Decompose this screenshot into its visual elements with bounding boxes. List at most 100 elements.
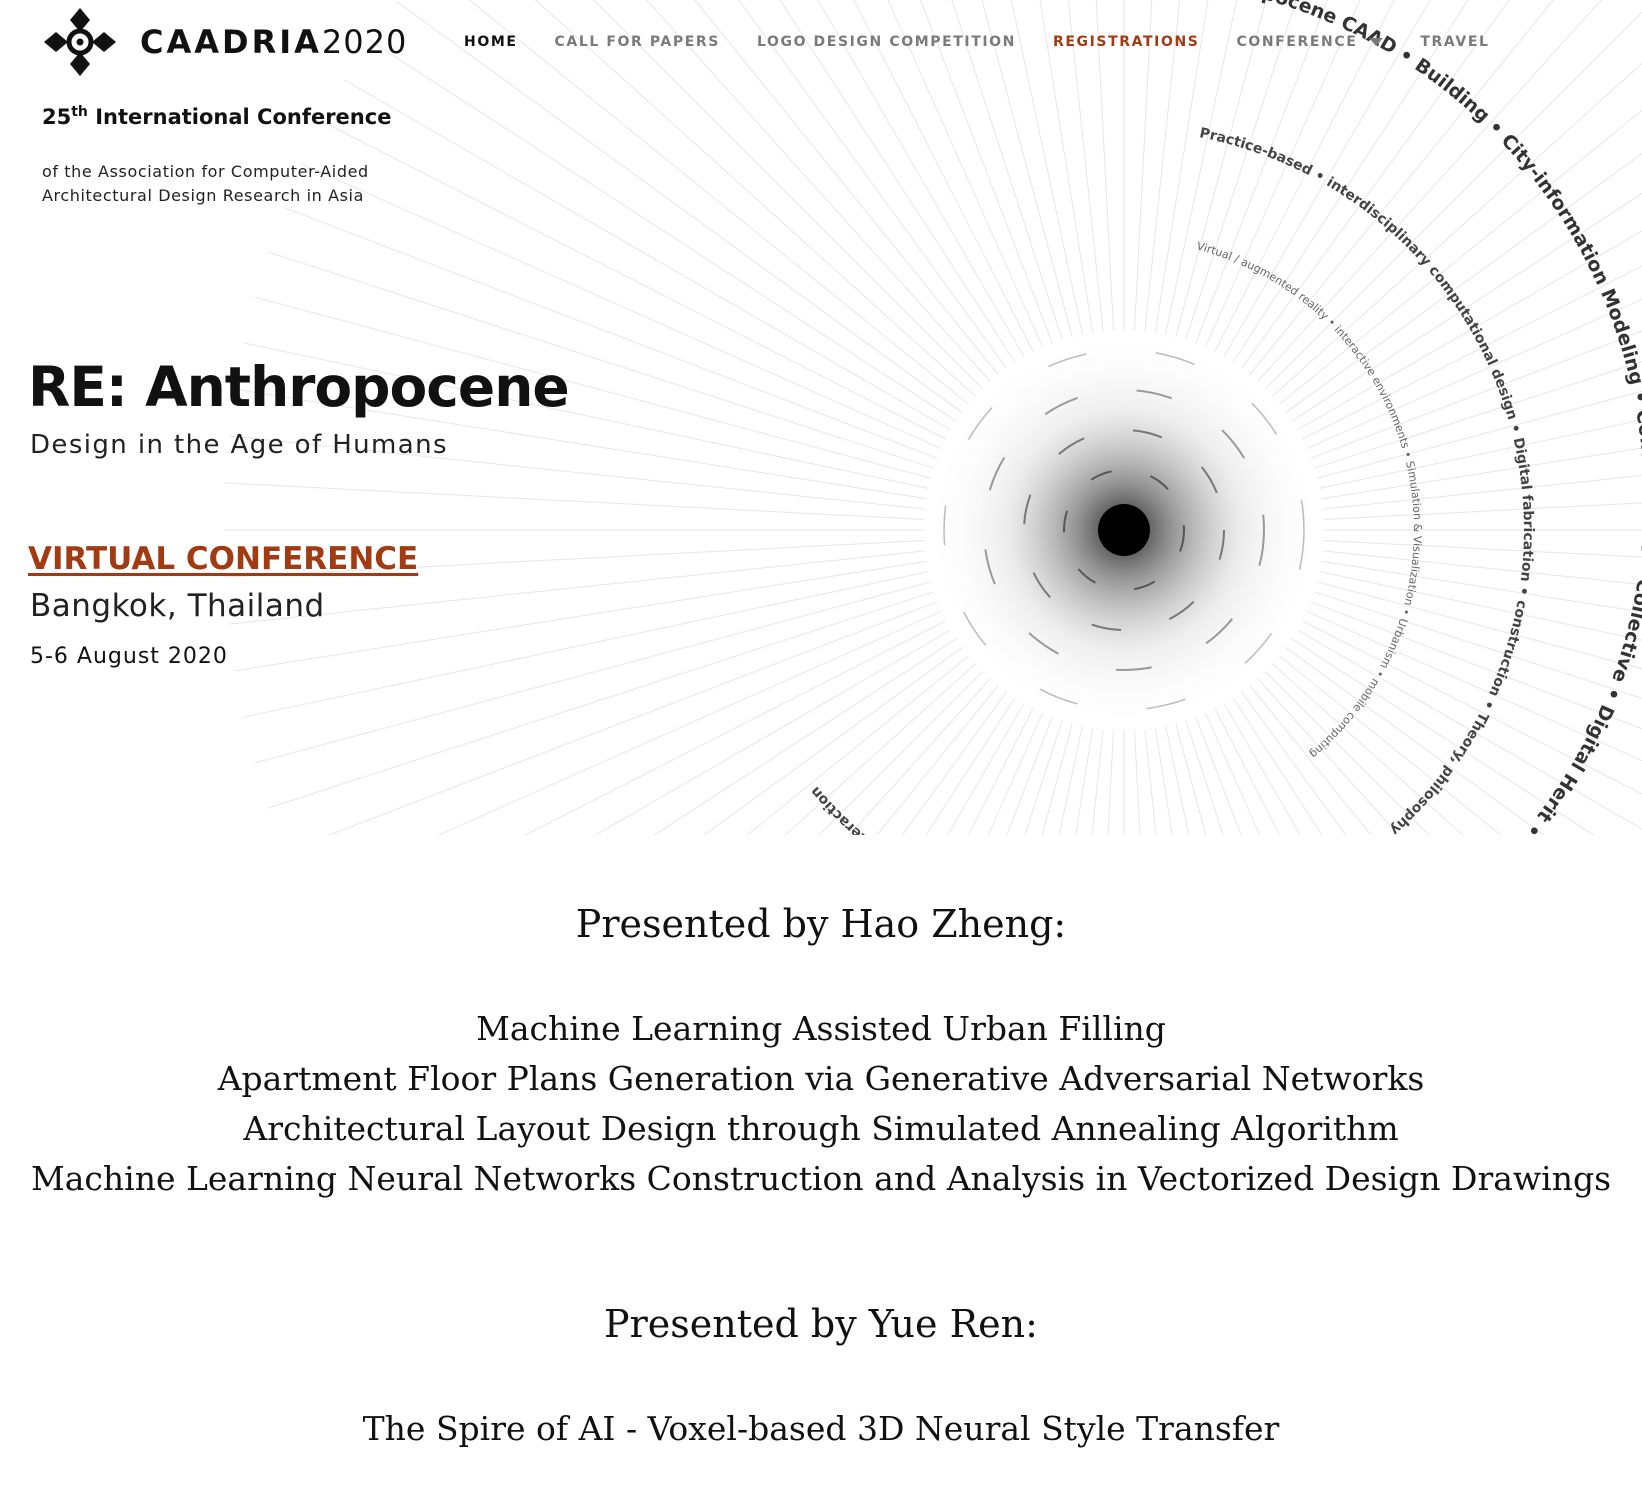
ray-line <box>1241 691 1642 1244</box>
ray-line <box>1204 0 1361 348</box>
ray-line <box>1175 723 1358 1400</box>
ray-line <box>757 712 1044 1353</box>
ray-line <box>982 727 1094 1419</box>
ray-line <box>1249 0 1554 375</box>
ray-line <box>395 647 963 1060</box>
ray-line <box>301 610 942 897</box>
nav-logo-design-competition[interactable]: LOGO DESIGN COMPETITION <box>757 34 1016 50</box>
nav-registrations[interactable]: REGISTRATIONS <box>1053 34 1199 50</box>
chevron-down-icon <box>1369 38 1384 46</box>
ray-line <box>454 663 976 1133</box>
ray-line <box>1165 0 1238 335</box>
ray-line <box>1175 0 1267 337</box>
middle-ring-labels: Practice-based • interdisciplinary compu… <box>807 125 1536 835</box>
ray-line <box>1272 663 1642 998</box>
ray-line <box>534 0 976 397</box>
ray-line <box>1321 560 1642 613</box>
association-line-2: Architectural Design Research in Asia <box>42 186 365 205</box>
ray-line <box>1306 298 1642 450</box>
conference-location: Bangkok, Thailand <box>30 588 325 624</box>
association-description: of the Association for Computer-Aided Ar… <box>42 160 422 208</box>
ray-line <box>368 638 957 1021</box>
ray-line <box>468 0 969 405</box>
ray-line <box>283 207 938 459</box>
ray-line <box>1317 390 1642 479</box>
ray-line <box>1241 0 1510 369</box>
ray-line <box>714 707 1034 1333</box>
ray-line <box>1301 265 1642 440</box>
ray-line <box>1214 707 1534 1333</box>
ray-line <box>817 0 1025 358</box>
ray-line <box>487 671 983 1167</box>
ray-line <box>1322 550 1642 585</box>
ray-line <box>1323 539 1642 558</box>
ray-line <box>1185 0 1297 340</box>
ray-line <box>1321 447 1642 500</box>
brand-name: CAADRIA2020 <box>140 23 408 61</box>
ray-line <box>1319 571 1642 641</box>
ray-line <box>1314 361 1642 469</box>
main-nav: HOME CALL FOR PAPERS LOGO DESIGN COMPETI… <box>464 34 1527 50</box>
paper-title: Architectural Layout Design through Simu… <box>243 1109 1399 1148</box>
ray-line <box>1165 725 1312 1411</box>
ray-line <box>633 697 1016 1286</box>
caadria-emblem-icon <box>44 8 116 76</box>
ray-line <box>593 0 983 389</box>
paper-list-yue-ren: The Spire of AI - Voxel-based 3D Neural … <box>0 1404 1642 1454</box>
nav-home[interactable]: HOME <box>464 34 518 50</box>
ray-line <box>853 0 1034 353</box>
ray-line <box>801 716 1053 1371</box>
ray-line <box>235 560 927 672</box>
ray-line <box>1279 109 1642 405</box>
ray-line <box>395 0 963 413</box>
ray-line <box>1322 475 1642 510</box>
ray-line <box>321 620 947 940</box>
ray-line <box>557 685 999 1230</box>
ray-line <box>1144 728 1219 1426</box>
ray-line <box>1323 502 1642 521</box>
paper-title: Machine Learning Assisted Urban Filling <box>476 1009 1166 1048</box>
ray-line <box>1265 11 1642 389</box>
ray-line <box>1317 581 1642 670</box>
ray-line <box>890 723 1073 1400</box>
nav-conference[interactable]: CONFERENCE <box>1236 34 1384 50</box>
ray-line <box>243 571 929 718</box>
ray-line <box>1291 193 1642 422</box>
paper-title: The Spire of AI - Voxel-based 3D Neural … <box>362 1409 1280 1448</box>
ray-line <box>951 0 1063 340</box>
ray-line <box>1154 727 1266 1419</box>
outer-ring-labels: Anthropocene CAAD • Building • City-info… <box>812 0 1642 835</box>
ray-line <box>1223 0 1431 358</box>
ray-line <box>1204 712 1491 1353</box>
presenter-heading-yue-ren: Presented by Yue Ren: <box>604 1302 1038 1346</box>
nav-travel[interactable]: TRAVEL <box>1420 34 1489 50</box>
ray-line <box>673 702 1025 1310</box>
virtual-conference-link[interactable]: VIRTUAL CONFERENCE <box>28 541 418 577</box>
ray-line <box>267 591 934 809</box>
ray-line <box>936 725 1083 1411</box>
ray-line <box>1185 720 1403 1387</box>
ray-line <box>1257 678 1642 1107</box>
ray-line <box>1257 0 1602 382</box>
ray-line <box>779 0 1016 363</box>
conference-ordinal-heading: 25th International Conference <box>42 104 392 129</box>
site-logo[interactable]: CAADRIA2020 <box>40 6 407 78</box>
ray-line <box>887 0 1044 348</box>
presenter-heading-hao-zheng: Presented by Hao Zheng: <box>575 902 1067 946</box>
ray-line <box>1285 647 1642 907</box>
ray-line <box>1285 153 1642 413</box>
association-line-1: of the Association for Computer-Aided <box>42 162 369 181</box>
ray-line <box>254 581 931 764</box>
ray-line <box>1319 419 1642 489</box>
ray-line <box>521 678 991 1200</box>
nav-call-for-papers[interactable]: CALL FOR PAPERS <box>555 34 720 50</box>
ray-line <box>1076 729 1115 1429</box>
ray-line <box>1232 697 1615 1286</box>
ray-line <box>694 0 999 375</box>
ray-line <box>1296 230 1642 431</box>
inner-ring-labels: Virtual / augmented reality • interactiv… <box>1195 239 1424 760</box>
ray-line <box>1310 330 1642 459</box>
ray-line <box>920 0 1053 344</box>
ray-line <box>1249 685 1642 1171</box>
conference-dates: 5-6 August 2020 <box>30 644 228 669</box>
